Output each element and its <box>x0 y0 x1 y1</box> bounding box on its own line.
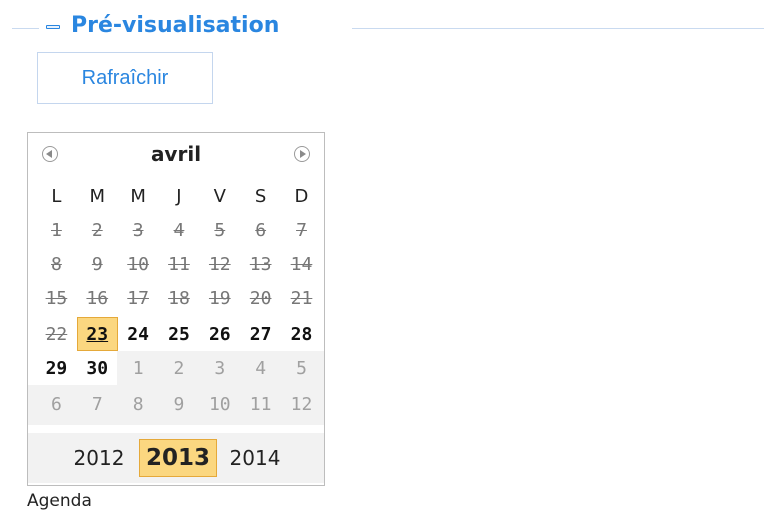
weekday-label: S <box>254 185 267 207</box>
collapse-icon-bar <box>46 25 60 29</box>
calendar-day[interactable]: 11 <box>240 387 281 421</box>
preview-fieldset-header: Pré-visualisation <box>0 12 764 42</box>
calendar-day: 20 <box>249 287 272 309</box>
calendar-day[interactable]: 30 <box>77 351 118 385</box>
calendar-week-row: 29 30 1 2 3 4 5 <box>36 351 322 385</box>
calendar-day[interactable]: 7 <box>77 387 118 421</box>
calendar-day: 4 <box>173 219 185 241</box>
calendar-day[interactable]: 4 <box>240 351 281 385</box>
year-selector: 2012 2013 2014 <box>28 433 324 483</box>
weekday-label: D <box>294 185 309 207</box>
calendar-day: 9 <box>91 253 103 275</box>
calendar-day: 6 <box>255 219 267 241</box>
calendar-day: 15 <box>45 287 68 309</box>
calendar-day: 12 <box>208 253 231 275</box>
calendar-day[interactable]: 2 <box>159 351 200 385</box>
calendar-day: 19 <box>208 287 231 309</box>
minus-collapse-icon[interactable] <box>46 22 62 34</box>
calendar-day[interactable]: 5 <box>281 351 322 385</box>
weekday-label: M <box>130 185 146 207</box>
agenda-label: Agenda <box>27 491 92 511</box>
calendar-week-row: 8 9 10 11 12 13 14 <box>36 247 322 281</box>
refresh-button[interactable]: Rafraîchir <box>37 52 213 104</box>
calendar-day: 17 <box>127 287 149 309</box>
calendar-day[interactable]: 27 <box>240 317 281 351</box>
calendar-day[interactable]: 10 <box>199 387 240 421</box>
weekday-label: V <box>213 185 226 207</box>
year-option-selected[interactable]: 2013 <box>139 439 217 477</box>
calendar-day[interactable]: 26 <box>199 317 240 351</box>
calendar-day: 7 <box>296 219 307 241</box>
calendar-day: 11 <box>168 253 190 275</box>
year-option[interactable]: 2014 <box>224 439 286 477</box>
calendar-header: avril <box>28 133 324 177</box>
section-legend-title[interactable]: Pré-visualisation <box>71 13 279 38</box>
calendar-day[interactable]: 6 <box>36 387 77 421</box>
legend-divider-left <box>12 28 39 29</box>
calendar-day[interactable]: 12 <box>281 387 322 421</box>
calendar-week-row: 6 7 8 9 10 11 12 <box>36 387 322 421</box>
year-option[interactable]: 2012 <box>68 439 130 477</box>
calendar-day[interactable]: 8 <box>118 387 159 421</box>
calendar-day[interactable]: 29 <box>36 351 77 385</box>
calendar-week-row: 1 2 3 4 5 6 7 <box>36 213 322 247</box>
calendar-day: 8 <box>51 253 62 275</box>
calendar-day[interactable]: 3 <box>199 351 240 385</box>
calendar-day[interactable]: 9 <box>159 387 200 421</box>
calendar-day-today[interactable]: 23 <box>76 317 118 351</box>
calendar-day: 21 <box>290 287 313 309</box>
calendar-day: 5 <box>214 219 226 241</box>
calendar-day: 3 <box>132 219 144 241</box>
weekday-label: L <box>51 185 62 207</box>
calendar-day: 16 <box>86 287 109 309</box>
weekday-header-row: L M M J V S D <box>36 181 322 211</box>
weekday-label: M <box>89 185 106 207</box>
calendar-day[interactable]: 24 <box>118 317 159 351</box>
calendar-day: 1 <box>51 219 62 241</box>
calendar-day: 2 <box>91 219 103 241</box>
calendar-day: 14 <box>290 253 313 275</box>
next-arrow-glyph <box>300 150 306 158</box>
calendar-day: 22 <box>45 323 68 345</box>
calendar-month-title[interactable]: avril <box>28 142 324 166</box>
calendar-day: 10 <box>127 253 149 275</box>
calendar-widget: avril L M M J V S D 1 2 3 4 5 6 7 8 9 10 11 12 13 14 1… <box>27 132 325 486</box>
calendar-day[interactable]: 1 <box>118 351 159 385</box>
calendar-week-row: 15 16 17 18 19 20 21 <box>36 281 322 315</box>
calendar-day: 13 <box>249 253 272 275</box>
calendar-day: 18 <box>168 287 190 309</box>
weekday-label: J <box>176 185 182 207</box>
calendar-week-row: 22 23 24 25 26 27 28 <box>36 317 322 351</box>
calendar-day[interactable]: 28 <box>281 317 322 351</box>
calendar-day[interactable]: 25 <box>159 317 200 351</box>
circle-arrow-right-icon[interactable] <box>294 146 310 162</box>
legend-divider-right <box>352 28 764 29</box>
